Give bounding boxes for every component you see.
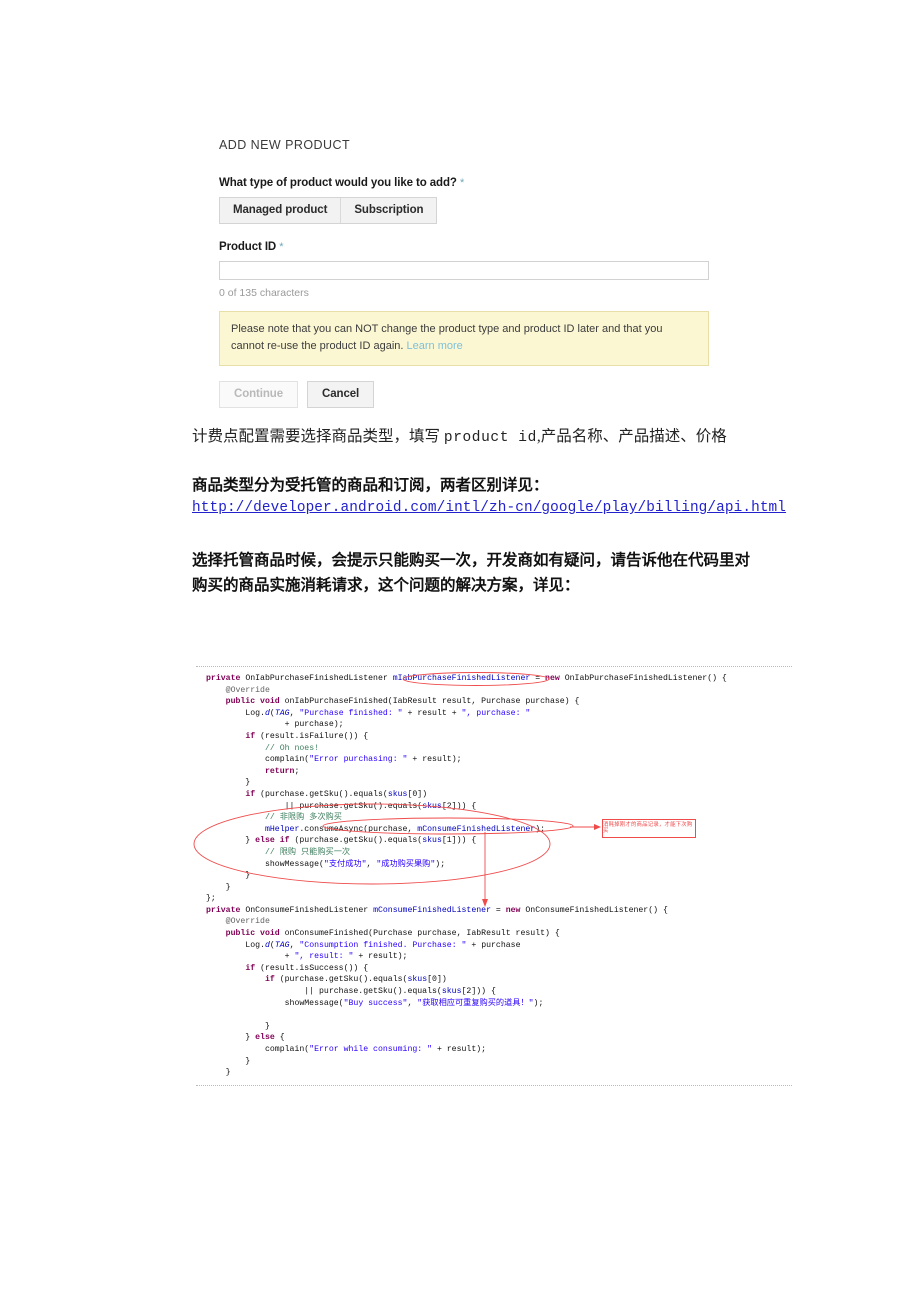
paragraph-product-types: 商品类型分为受托管的商品和订阅，两者区别详见： http://developer…	[192, 473, 787, 516]
android-billing-api-link[interactable]: http://developer.android.com/intl/zh-cn/…	[192, 500, 786, 516]
annotation-callout-box: 消耗掉刚才的商品记录，才能下次购买	[602, 819, 696, 838]
code-line: showMessage("支付成功", "成功购买果购");	[206, 859, 446, 869]
code-line: // 限购 只能购买一次	[264, 847, 351, 857]
form-actions: Continue Cancel	[219, 381, 709, 409]
product-id-input[interactable]	[219, 261, 709, 280]
code-line: Log.d(TAG, "Purchase finished: " + resul…	[206, 708, 531, 718]
code-line: public void onConsumeFinished(Purchase p…	[225, 929, 560, 939]
product-type-label-text: What type of product would you like to a…	[219, 177, 457, 189]
code-line: };	[206, 894, 216, 904]
code-line: // Oh noes!	[264, 743, 320, 753]
segment-managed-product[interactable]: Managed product	[220, 198, 341, 223]
paragraph-1: 计费点配置需要选择商品类型，填写 product id,产品名称、产品描述、价格	[192, 425, 787, 450]
code-line: @Override	[206, 917, 270, 927]
code-line: || purchase.getSku().equals(skus[2])) {	[206, 801, 477, 811]
code-line: private OnConsumeFinishedListener mConsu…	[206, 905, 668, 915]
paragraph-2: 商品类型分为受托管的商品和订阅，两者区别详见：	[192, 477, 549, 494]
required-asterisk: *	[279, 241, 284, 253]
product-id-label: Product ID *	[219, 241, 709, 253]
code-line: }	[206, 1068, 231, 1078]
product-type-segmented-control[interactable]: Managed product Subscription	[219, 197, 438, 224]
code-line: + purchase);	[206, 720, 344, 730]
product-id-label-text: Product ID	[219, 241, 277, 253]
code-line: || purchase.getSku().equals(skus[2])) {	[206, 987, 496, 997]
java-source-code: private OnIabPurchaseFinishedListener mI…	[196, 673, 792, 1079]
product-id-warning-notice: Please note that you can NOT change the …	[219, 311, 709, 367]
paragraph-1-tail: ,产品名称、产品描述、价格	[536, 428, 727, 445]
code-line: return;	[264, 766, 300, 776]
code-screenshot: private OnIabPurchaseFinishedListener mI…	[196, 666, 792, 1086]
code-line: } else {	[206, 1033, 285, 1043]
code-line: }	[206, 778, 251, 788]
segment-subscription[interactable]: Subscription	[340, 198, 437, 223]
code-line: Log.d(TAG, "Consumption finished. Purcha…	[206, 940, 521, 950]
code-line: private OnIabPurchaseFinishedListener mI…	[206, 674, 727, 683]
paragraph-billing-config: 计费点配置需要选择商品类型，填写 product id,产品名称、产品描述、价格	[192, 425, 787, 450]
code-line: if (purchase.getSku().equals(skus[0])	[264, 975, 447, 985]
learn-more-link[interactable]: Learn more	[407, 340, 463, 352]
code-line: } else if (purchase.getSku().equals(skus…	[206, 836, 477, 846]
code-line: if (purchase.getSku().equals(skus[0])	[245, 789, 428, 799]
code-line: public void onIabPurchaseFinished(IabRes…	[225, 697, 580, 707]
code-line: }	[206, 1021, 270, 1031]
code-line: }	[206, 882, 231, 892]
code-line: @Override	[206, 685, 270, 695]
code-line: complain("Error while consuming: " + res…	[206, 1045, 487, 1054]
paragraph-3-line-1: 选择托管商品时候，会提示只能购买一次，开发商如有疑问，请告诉他在代码里对	[192, 552, 751, 569]
code-line: }	[206, 871, 251, 881]
paragraph-3-line-2: 购买的商品实施消耗请求，这个问题的解决方案，详见：	[192, 577, 580, 595]
character-counter: 0 of 135 characters	[219, 287, 309, 299]
code-line: if (result.isFailure()) {	[245, 731, 369, 741]
continue-button[interactable]: Continue	[219, 381, 299, 409]
required-asterisk: *	[459, 177, 465, 189]
code-line: if (result.isSuccess()) {	[245, 963, 369, 973]
code-line: complain("Error purchasing: " + result);	[206, 755, 462, 765]
page-title: ADD NEW PRODUCT	[219, 138, 351, 152]
paragraph-1-mono: product id	[443, 430, 537, 446]
paragraph-consume-advice: 选择托管商品时候，会提示只能购买一次，开发商如有疑问，请告诉他在代码里对 购买的…	[192, 548, 787, 598]
add-new-product-form: ADD NEW PRODUCT What type of product wou…	[219, 138, 709, 409]
code-line: + ", result: " + result);	[206, 952, 408, 962]
cancel-button[interactable]: Cancel	[307, 381, 375, 409]
paragraph-1-head: 计费点配置需要选择商品类型，填写	[192, 428, 444, 445]
product-type-label: What type of product would you like to a…	[219, 177, 709, 189]
code-line: // 非限购 多次购买	[264, 813, 342, 823]
code-line: }	[206, 1056, 251, 1066]
code-line: mHelper.consumeAsync(purchase, mConsumeF…	[264, 824, 546, 834]
code-line: showMessage("Buy success", "获取相应可重复购买的道具…	[206, 998, 544, 1008]
